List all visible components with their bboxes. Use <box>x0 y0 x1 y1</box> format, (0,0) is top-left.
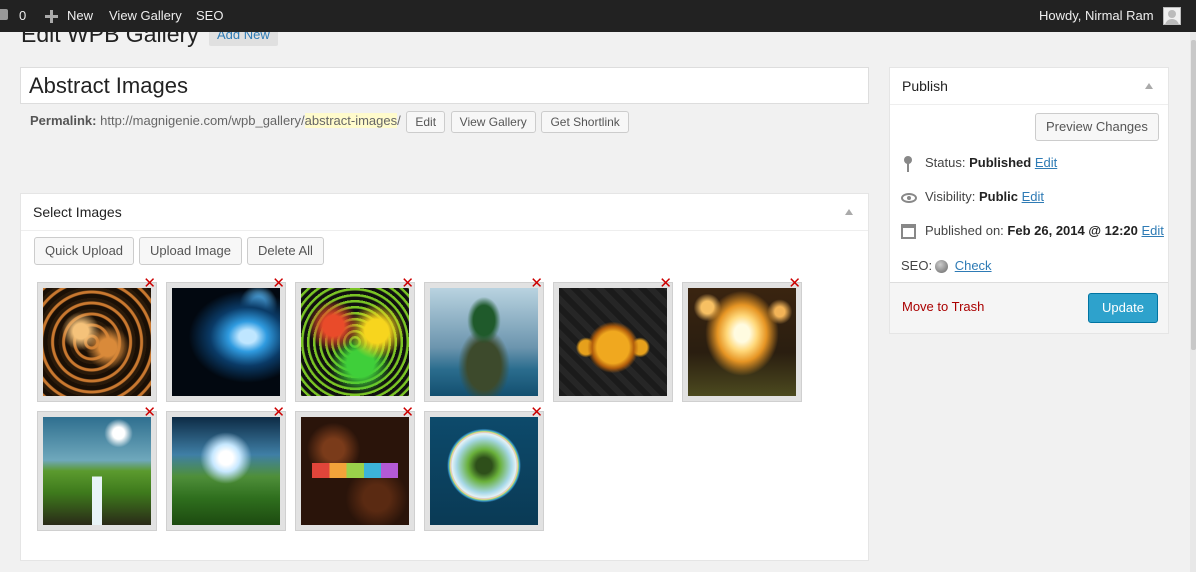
permalink-base: http://magnigenie.com/wpb_gallery/ <box>100 113 305 128</box>
select-images-header[interactable]: Select Images <box>21 194 868 231</box>
get-shortlink-button[interactable]: Get Shortlink <box>541 110 629 133</box>
blue-skull-image <box>172 288 280 396</box>
published-value: Feb 26, 2014 @ 12:20 <box>1007 223 1138 238</box>
visibility-row: Visibility: Public Edit <box>901 187 1044 207</box>
delete-image-icon[interactable]: ✕ <box>530 276 543 291</box>
update-button[interactable]: Update <box>1088 293 1158 323</box>
visibility-label: Visibility: <box>925 189 976 204</box>
permalink-slug[interactable]: abstract-images <box>304 113 398 128</box>
delete-image-icon[interactable]: ✕ <box>143 405 156 420</box>
quick-upload-button[interactable]: Quick Upload <box>34 237 135 265</box>
eye-icon <box>901 192 917 203</box>
delete-image-icon[interactable]: ✕ <box>272 276 285 291</box>
seo-menu[interactable]: SEO <box>196 0 223 32</box>
valley-sun-image <box>172 417 280 525</box>
collapse-arrow-icon[interactable] <box>845 209 853 215</box>
globe-tree-image <box>430 417 538 525</box>
major-publishing-actions: Move to Trash Update <box>890 282 1168 333</box>
admin-bar: 0 New View Gallery SEO Howdy, Nirmal Ram <box>0 0 1196 32</box>
status-label: Status: <box>925 155 966 170</box>
neon-leopard-image <box>301 288 409 396</box>
gallery-thumb[interactable]: ✕ <box>37 405 157 531</box>
delete-image-icon[interactable]: ✕ <box>401 405 414 420</box>
delete-image-icon[interactable]: ✕ <box>143 276 156 291</box>
delete-image-icon[interactable]: ✕ <box>530 405 543 420</box>
permalink-row: Permalink: http://magnigenie.com/wpb_gal… <box>30 109 629 133</box>
move-to-trash-link[interactable]: Move to Trash <box>902 299 984 314</box>
status-value: Published <box>969 155 1032 170</box>
seo-label: SEO: <box>901 258 933 273</box>
seo-status-icon <box>935 260 949 274</box>
publish-title: Publish <box>902 78 948 94</box>
island-tree-image <box>430 288 538 396</box>
inspire-typography-image <box>301 417 409 525</box>
book-waterfall-image <box>43 417 151 525</box>
status-row: Status: Published Edit <box>901 153 1057 173</box>
comment-icon[interactable] <box>0 9 8 20</box>
edit-status-link[interactable]: Edit <box>1035 155 1057 170</box>
publish-header[interactable]: Publish <box>890 68 1168 105</box>
new-menu[interactable]: New <box>67 0 93 32</box>
gallery-thumb[interactable]: ✕ <box>424 276 544 402</box>
delete-image-icon[interactable]: ✕ <box>659 276 672 291</box>
howdy-user[interactable]: Howdy, Nirmal Ram <box>1039 0 1154 32</box>
avatar[interactable] <box>1163 7 1181 25</box>
light-bulbs-image <box>688 288 796 396</box>
skull-headphones-image <box>559 288 667 396</box>
visibility-value: Public <box>978 189 1018 204</box>
gallery-thumb[interactable]: ✕ <box>166 276 286 402</box>
scrollbar-thumb[interactable] <box>1191 40 1196 350</box>
plus-icon[interactable] <box>45 10 58 23</box>
delete-image-icon[interactable]: ✕ <box>272 405 285 420</box>
permalink-label: Permalink: <box>30 113 97 128</box>
calendar-icon <box>901 224 916 240</box>
seo-row: SEO: Check <box>901 256 992 276</box>
published-label: Published on: <box>925 223 1004 238</box>
gallery-thumb[interactable]: ✕ <box>553 276 673 402</box>
view-gallery-button[interactable]: View Gallery <box>450 110 536 133</box>
delete-all-button[interactable]: Delete All <box>247 237 324 265</box>
gallery-thumb[interactable]: ✕ <box>682 276 802 402</box>
collapse-arrow-icon[interactable] <box>1145 83 1153 89</box>
comments-count[interactable]: 0 <box>19 0 26 32</box>
pin-icon <box>901 155 915 172</box>
permalink-tail: / <box>397 113 401 128</box>
preview-changes-button[interactable]: Preview Changes <box>1035 113 1159 141</box>
edit-visibility-link[interactable]: Edit <box>1022 189 1044 204</box>
delete-image-icon[interactable]: ✕ <box>788 276 801 291</box>
gallery-thumb[interactable]: ✕ <box>295 405 415 531</box>
fractal-leopard-image <box>43 288 151 396</box>
edit-permalink-button[interactable]: Edit <box>406 110 446 133</box>
edit-date-link[interactable]: Edit <box>1142 223 1164 238</box>
gallery-thumb[interactable]: ✕ <box>424 405 544 531</box>
gallery-thumb[interactable]: ✕ <box>295 276 415 402</box>
delete-image-icon[interactable]: ✕ <box>401 276 414 291</box>
upload-image-button[interactable]: Upload Image <box>139 237 242 265</box>
select-images-title: Select Images <box>33 204 122 220</box>
seo-check-link[interactable]: Check <box>955 258 992 273</box>
gallery-thumb[interactable]: ✕ <box>37 276 157 402</box>
select-images-box: Select Images Quick Upload Upload Image … <box>20 193 869 561</box>
published-on-row: Published on: Feb 26, 2014 @ 12:20 Edit <box>901 221 1164 241</box>
view-gallery-menu[interactable]: View Gallery <box>109 0 182 32</box>
post-title-input[interactable] <box>20 67 869 104</box>
gallery-thumb[interactable]: ✕ <box>166 405 286 531</box>
publish-box: Publish Preview Changes Status: Publishe… <box>889 67 1169 334</box>
